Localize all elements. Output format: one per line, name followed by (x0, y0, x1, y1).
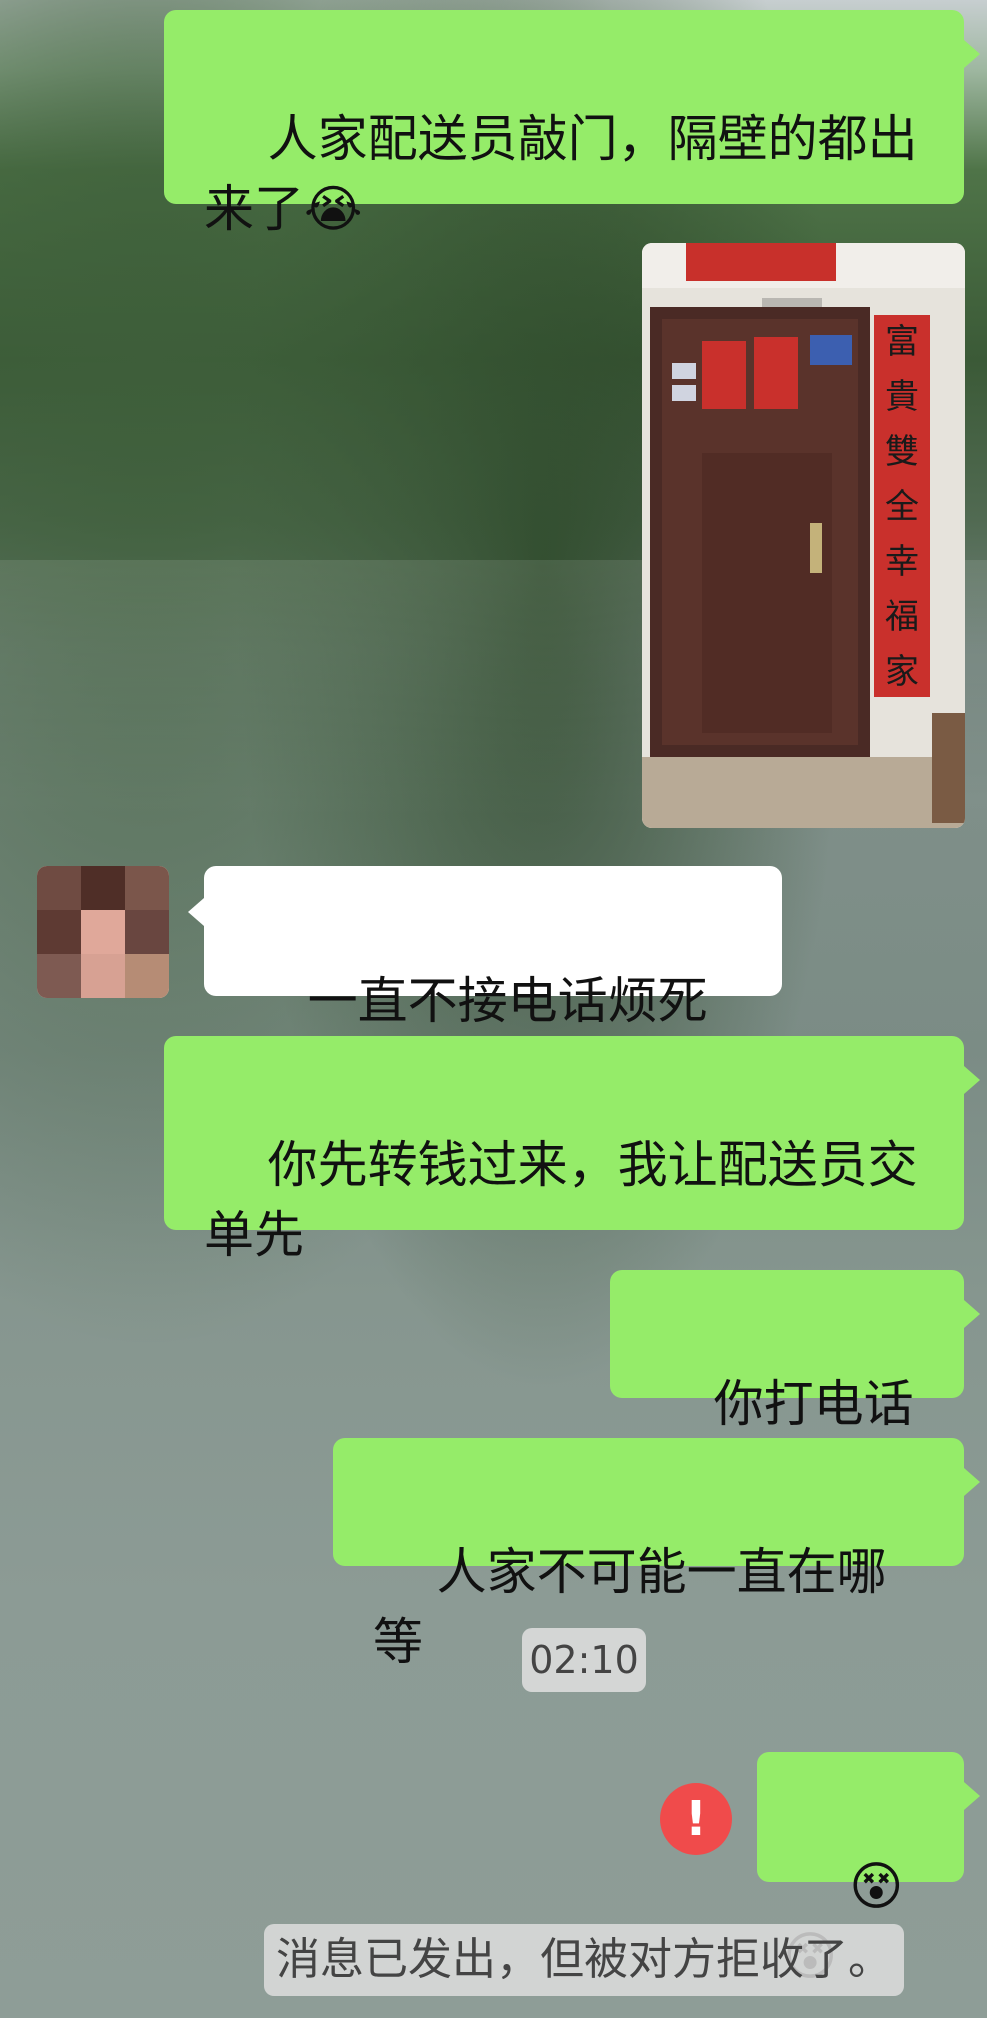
svg-text:雙: 雙 (885, 432, 919, 472)
chat-screen: 人家配送员敲门，隔壁的都出来了😭 富 貴 雙 全 幸 福 家 一直不接电话烦死 … (0, 0, 987, 2018)
message-bubble-incoming[interactable]: 一直不接电话烦死了 (188, 866, 782, 1100)
message-bubble-outgoing[interactable]: 你打电话咯 (610, 1270, 980, 1503)
message-bubble-outgoing-emoji[interactable]: 😵😵 (757, 1752, 980, 1987)
message-text: 你先转钱过来，我让配送员交单先 (204, 1136, 918, 1264)
message-bubble-outgoing[interactable]: 人家配送员敲门，隔壁的都出来了😭 (164, 10, 980, 238)
message-bubble-outgoing[interactable]: 人家不可能一直在哪等 (333, 1438, 980, 1671)
system-notice: 消息已发出，但被对方拒收了。 (264, 1924, 904, 1996)
message-timestamp: 02:10 (522, 1628, 646, 1692)
contact-avatar[interactable] (37, 866, 169, 998)
svg-text:全: 全 (885, 487, 919, 527)
image-message-door[interactable]: 富 貴 雙 全 幸 福 家 (642, 243, 965, 828)
svg-text:福: 福 (885, 597, 919, 637)
message-failed-icon[interactable]: ! (660, 1783, 732, 1855)
svg-text:富: 富 (885, 322, 919, 362)
svg-text:家: 家 (885, 652, 919, 692)
message-text: 人家配送员敲门，隔壁的都出来了😭 (204, 110, 918, 238)
message-bubble-outgoing[interactable]: 你先转钱过来，我让配送员交单先 (164, 1036, 980, 1264)
svg-text:幸: 幸 (885, 542, 919, 582)
svg-text:貴: 貴 (885, 377, 919, 417)
